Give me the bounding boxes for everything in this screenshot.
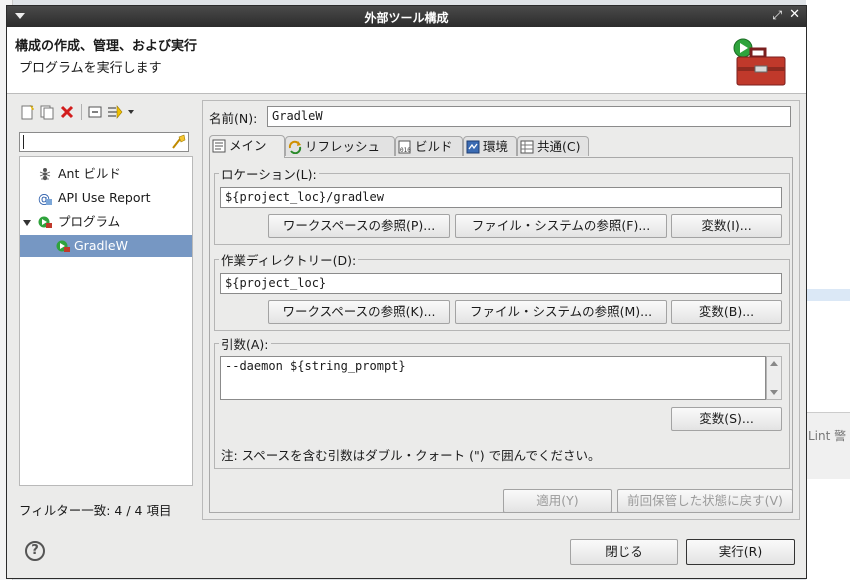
help-icon[interactable]: ? xyxy=(25,541,45,561)
working-directory-input[interactable]: ${project_loc} xyxy=(220,273,782,294)
clear-filter-icon[interactable] xyxy=(170,134,186,150)
background-lint-text: Lint 警 xyxy=(808,429,847,443)
delete-icon[interactable] xyxy=(59,104,75,120)
tab-common[interactable]: 共通(C) xyxy=(517,136,589,156)
environment-icon xyxy=(466,140,480,153)
tab-label: ビルド xyxy=(415,139,453,154)
name-label: 名前(N): xyxy=(209,111,258,126)
scroll-up-icon[interactable] xyxy=(770,361,778,366)
maximize-icon[interactable]: ⤢ xyxy=(772,8,782,23)
tab-label: メイン xyxy=(229,138,267,153)
collapse-all-icon[interactable] xyxy=(87,104,103,120)
location-group: ロケーション(L): ${project_loc}/gradlew ワークスペー… xyxy=(214,164,790,245)
program-config-icon xyxy=(56,240,70,252)
location-workspace-button[interactable]: ワークスペースの参照(P)... xyxy=(268,214,450,238)
config-tree: Ant ビルド @ API Use Report プログラム GradleW xyxy=(19,156,193,486)
tab-refresh[interactable]: リフレッシュ xyxy=(285,136,395,156)
workdir-filesystem-button[interactable]: ファイル・システムの参照(M)... xyxy=(455,300,667,324)
background-highlight xyxy=(806,289,850,301)
dialog-title: 外部ツール構成 xyxy=(364,11,449,25)
arguments-group: 引数(A): --daemon ${string_prompt} 変数(S)..… xyxy=(214,334,790,469)
revert-button[interactable]: 前回保管した状態に戻す(V) xyxy=(617,489,793,513)
ant-icon xyxy=(39,168,51,181)
working-directory-label: 作業ディレクトリー(D): xyxy=(219,250,359,269)
name-input[interactable]: GradleW xyxy=(267,106,791,127)
location-label: ロケーション(L): xyxy=(219,164,319,183)
arguments-variables-button[interactable]: 変数(S)... xyxy=(671,407,782,431)
header-subtitle: プログラムを実行します xyxy=(19,61,162,76)
api-report-icon: @ xyxy=(38,192,52,205)
toolbar-separator xyxy=(81,104,82,120)
config-toolbar xyxy=(15,100,195,124)
dialog-header: 構成の作成、管理、および実行 プログラムを実行します xyxy=(7,27,806,94)
filter-input[interactable] xyxy=(19,132,189,152)
tab-label: 共通(C) xyxy=(537,139,581,154)
location-variables-button[interactable]: 変数(I)... xyxy=(671,214,782,238)
location-input[interactable]: ${project_loc}/gradlew xyxy=(220,187,782,208)
tab-strip: メイン リフレッシュ 010 ビルド 環境 共通(C) xyxy=(209,135,793,158)
close-button[interactable]: 閉じる xyxy=(570,539,678,565)
duplicate-icon[interactable] xyxy=(39,104,55,120)
tree-item-gradlew[interactable]: GradleW xyxy=(20,235,192,257)
new-config-icon[interactable] xyxy=(19,104,35,120)
tab-content-main: ロケーション(L): ${project_loc}/gradlew ワークスペー… xyxy=(209,157,793,513)
filter-icon[interactable] xyxy=(107,104,123,120)
working-directory-group: 作業ディレクトリー(D): ${project_loc} ワークスペースの参照(… xyxy=(214,250,790,331)
arguments-scrollbar[interactable] xyxy=(766,356,782,400)
scroll-down-icon[interactable] xyxy=(770,390,778,395)
title-bar: 外部ツール構成 ⤢ ✕ xyxy=(7,6,806,27)
tree-item-label: プログラム xyxy=(58,214,121,229)
tree-item-program[interactable]: プログラム xyxy=(20,211,192,233)
svg-text:010: 010 xyxy=(400,147,411,154)
common-icon xyxy=(520,140,534,153)
dropdown-icon[interactable] xyxy=(128,110,134,114)
tree-item-label: API Use Report xyxy=(58,190,151,205)
tab-label: 環境 xyxy=(483,139,509,154)
configuration-list-pane: Ant ビルド @ API Use Report プログラム GradleW フ… xyxy=(15,100,195,518)
main-tab-icon xyxy=(212,139,226,152)
workdir-variables-button[interactable]: 変数(B)... xyxy=(671,300,782,324)
tree-item-ant-build[interactable]: Ant ビルド xyxy=(20,163,192,185)
build-icon: 010 xyxy=(398,140,411,154)
toolbox-icon xyxy=(733,38,786,86)
workdir-workspace-button[interactable]: ワークスペースの参照(K)... xyxy=(268,300,450,324)
expand-icon[interactable] xyxy=(23,220,31,226)
background-panel xyxy=(806,412,850,479)
location-filesystem-button[interactable]: ファイル・システムの参照(F)... xyxy=(455,214,667,238)
tree-item-label: Ant ビルド xyxy=(58,166,121,181)
arguments-textarea[interactable]: --daemon ${string_prompt} xyxy=(220,356,766,400)
tab-environment[interactable]: 環境 xyxy=(463,136,517,156)
configuration-editor: 名前(N): GradleW メイン リフレッシュ 010 ビルド 環境 共通(C… xyxy=(202,100,800,520)
refresh-icon xyxy=(288,140,302,154)
external-tools-dialog: 外部ツール構成 ⤢ ✕ 構成の作成、管理、および実行 プログラムを実行します A… xyxy=(6,5,807,579)
arguments-note: 注: スペースを含む引数はダブル・クォート (") で囲んでください。 xyxy=(221,448,601,463)
apply-button[interactable]: 適用(Y) xyxy=(503,489,612,513)
tree-item-api-use-report[interactable]: @ API Use Report xyxy=(20,187,192,209)
arguments-label: 引数(A): xyxy=(219,334,271,353)
close-icon[interactable]: ✕ xyxy=(789,7,800,22)
text-caret xyxy=(23,135,24,149)
program-icon xyxy=(38,216,52,228)
tab-label: リフレッシュ xyxy=(305,139,381,154)
tab-main[interactable]: メイン xyxy=(209,135,285,158)
tab-build[interactable]: 010 ビルド xyxy=(395,136,463,156)
tree-item-label: GradleW xyxy=(74,238,128,253)
header-title: 構成の作成、管理、および実行 xyxy=(15,39,198,54)
run-button[interactable]: 実行(R) xyxy=(686,539,795,565)
filter-status: フィルター一致: 4 / 4 項目 xyxy=(19,503,172,518)
